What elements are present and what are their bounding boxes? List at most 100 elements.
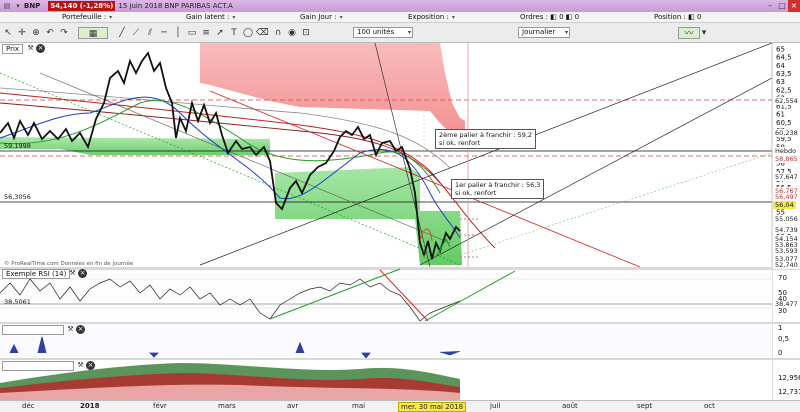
price-tick-label: 63,5 <box>776 70 792 78</box>
gain-latent-field[interactable]: Gain latent : ▾ <box>186 13 235 21</box>
maximize-icon[interactable]: □ <box>776 0 788 12</box>
indicator-tick-label: 1 <box>778 324 782 332</box>
hline-tool-icon[interactable]: ─ <box>158 27 170 39</box>
rsi-tick-label: 30 <box>778 307 787 315</box>
annotation-note-56[interactable]: 1er palier à franchir : 56,3 si ok, renf… <box>451 179 545 199</box>
menu-icon[interactable]: ▤ <box>0 2 14 10</box>
close-icon[interactable]: × <box>86 361 95 370</box>
quantity-select[interactable]: 100 unités ▾ <box>353 27 413 38</box>
month-label: févr <box>153 402 167 410</box>
rsi-panel-label[interactable]: Exemple RSI (14) <box>2 269 71 279</box>
price-level-tag: 62,554 <box>773 97 800 105</box>
position-icon: ◧ <box>688 13 695 21</box>
price-level-tag: 54,739 <box>773 226 800 234</box>
month-label: juil <box>490 402 501 410</box>
title-bar: ▤ ▾ BNP 54,140 (-1,28%) 15 juin 2018 BNP… <box>0 0 800 12</box>
zoom-icon[interactable]: ⊕ <box>30 27 42 39</box>
chevron-down-icon[interactable]: ▾ <box>700 27 708 39</box>
wrench-icon[interactable]: ⚒ <box>26 44 35 53</box>
chevron-down-icon: ▾ <box>232 14 236 21</box>
month-label: sept <box>637 402 653 410</box>
chevron-down-icon: ▾ <box>407 29 411 36</box>
gain-jour-field[interactable]: Gain Jour : ▾ <box>300 13 343 21</box>
vline-tool-icon[interactable]: │ <box>172 27 184 39</box>
exposition-field[interactable]: Exposition : ▾ <box>408 13 455 21</box>
chart-svg[interactable]: 6564,56463,56362,56261,56160,56059,55958… <box>0 42 800 400</box>
cursor-icon[interactable]: ↖ <box>2 27 14 39</box>
month-label: avr <box>287 402 299 410</box>
price-tick-label: 63 <box>776 78 785 86</box>
window-controls: – □ × <box>764 0 800 12</box>
instrument-title: 15 juin 2018 BNP PARIBAS ACT.A <box>118 2 233 10</box>
price-badge: 54,140 (-1,28%) <box>48 1 116 11</box>
chevron-down-icon: ▾ <box>564 29 568 36</box>
wrench-icon[interactable]: ⚒ <box>68 269 77 278</box>
undo-icon[interactable]: ↶ <box>44 27 56 39</box>
chevron-down-icon: ▾ <box>339 14 343 21</box>
eraser-icon[interactable]: ⌫ <box>256 27 269 39</box>
ordres-field[interactable]: Ordres : ◧ 0 ◧ 0 <box>520 13 579 21</box>
price-panel-controls: ⚒ × <box>26 44 45 53</box>
ellipse-tool-icon[interactable]: ◯ <box>242 27 254 39</box>
wrench-icon[interactable]: ⚒ <box>76 361 85 370</box>
crosshair-icon[interactable]: ✛ <box>16 27 28 39</box>
ordres-alert-icon: ◧ <box>565 13 573 21</box>
price-tick-label: 60,5 <box>776 119 792 127</box>
month-label: 2018 <box>80 402 100 410</box>
left-level-label-1: 59,1998 <box>4 142 31 150</box>
line-tool-icon[interactable]: ╱ <box>116 27 128 39</box>
bottom-panel-label[interactable] <box>2 361 74 371</box>
redo-icon[interactable]: ↷ <box>58 27 70 39</box>
fibo-tool-icon[interactable]: ≡ <box>200 27 212 39</box>
template-icon[interactable]: ▦ <box>78 27 108 39</box>
month-label: août <box>562 402 578 410</box>
text-tool-icon[interactable]: T <box>228 27 240 39</box>
dropdown-chevron-icon[interactable]: ▾ <box>14 2 22 10</box>
indicator-panel-label[interactable] <box>2 325 64 335</box>
month-label: oct <box>704 402 715 410</box>
price-level-tag: 58,865 <box>773 155 800 163</box>
wrench-icon[interactable]: ⚒ <box>66 325 75 334</box>
close-icon[interactable]: × <box>76 325 85 334</box>
price-level-tag: 52,740 <box>773 261 800 269</box>
price-level-tag: Hebdo <box>773 147 799 155</box>
lock-icon[interactable]: ⊡ <box>300 27 312 39</box>
magnet-icon[interactable]: ∩ <box>272 27 284 39</box>
portfolio-info-bar: Portefeuille : ▾ Gain latent : ▾ Gain Jour… <box>0 12 800 23</box>
chart-area[interactable]: 6564,56463,56362,56261,56160,56059,55958… <box>0 42 800 400</box>
bottom-panel-controls: ⚒ × <box>76 361 95 370</box>
price-level-tag: 56,04 <box>773 201 796 209</box>
ray-tool-icon[interactable]: ⟋ <box>130 27 142 39</box>
price-level-tag: 56,497 <box>773 193 800 201</box>
visibility-icon[interactable]: ◉ <box>286 27 298 39</box>
price-level-tag: 57,647 <box>773 173 800 181</box>
bottom-tick-label: 12,956 <box>778 374 800 382</box>
close-icon[interactable]: × <box>788 0 800 12</box>
symbol-label: BNP <box>24 2 41 10</box>
rsi-tick-label: 70 <box>778 274 787 282</box>
chevron-down-icon: ▾ <box>109 14 113 21</box>
indicator-tick-label: 0 <box>778 349 782 357</box>
price-level-tag: 53,593 <box>773 247 800 255</box>
channel-tool-icon[interactable]: ⫽ <box>144 27 156 39</box>
rsi-left-level: 38,5061 <box>4 298 31 306</box>
month-label: mars <box>218 402 236 410</box>
indicator-tick-label: 0,5 <box>778 335 789 343</box>
price-tick-label: 65 <box>776 46 785 54</box>
portefeuille-field[interactable]: Portefeuille : ▾ <box>62 13 112 21</box>
chart-style-icon[interactable]: 〰 <box>678 27 700 39</box>
close-icon[interactable]: × <box>36 44 45 53</box>
rectangle-tool-icon[interactable]: ▭ <box>186 27 198 39</box>
close-icon[interactable]: × <box>78 269 87 278</box>
rsi-panel-controls: ⚒ × <box>68 269 87 278</box>
provider-note: © ProRealTime.com Données en fin de jour… <box>4 261 134 267</box>
price-level-tag: 55,056 <box>773 215 800 223</box>
price-panel-label[interactable]: Prix <box>2 44 24 54</box>
period-select[interactable]: Journalier ▾ <box>518 27 570 38</box>
position-field[interactable]: Position : ◧ 0 <box>654 13 701 21</box>
arrow-tool-icon[interactable]: ➚ <box>214 27 226 39</box>
minimize-icon[interactable]: – <box>764 0 776 12</box>
time-axis[interactable]: déc 2018 févr mars avr mai mer. 30 mai 2018 jui… <box>0 400 800 412</box>
annotation-note-59[interactable]: 2ème palier à franchir : 59,2 si ok, ren… <box>435 129 537 149</box>
price-tick-label: 64,5 <box>776 54 792 62</box>
